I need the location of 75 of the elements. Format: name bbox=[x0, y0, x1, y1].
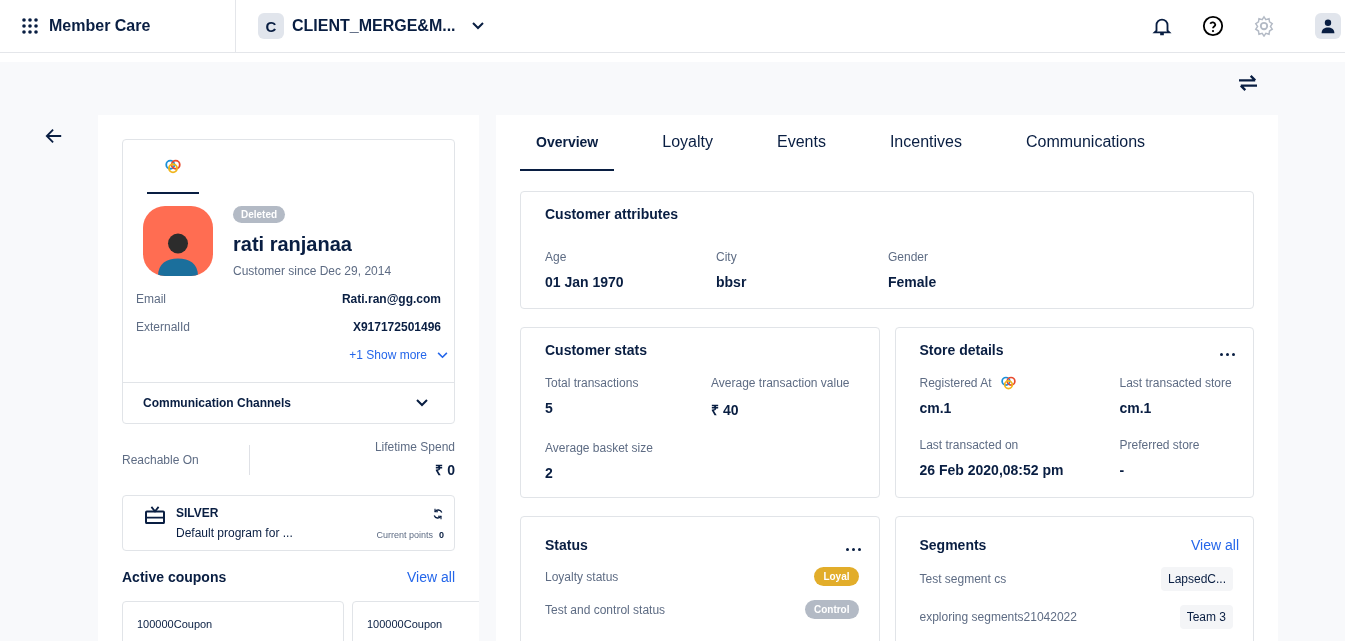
segment-tag: Team 3 bbox=[1179, 605, 1233, 629]
status-label: Test and control status bbox=[545, 602, 666, 617]
field-label: Gender bbox=[888, 250, 930, 264]
field-label: Last transacted on bbox=[919, 438, 1019, 452]
lifetime-spend-value: ₹ 0 bbox=[435, 461, 455, 479]
card-title: Status bbox=[545, 537, 588, 553]
field-label: Total transactions bbox=[545, 376, 640, 390]
field-value: Female bbox=[888, 274, 938, 290]
app-title: Member Care bbox=[49, 17, 151, 35]
chevron-down-icon bbox=[416, 399, 428, 407]
field-value: 5 bbox=[545, 400, 554, 416]
brand-logo-icon bbox=[164, 158, 182, 174]
field-value: 26 Feb 2020,08:52 pm bbox=[919, 462, 1065, 478]
field-label: Registered At bbox=[919, 376, 992, 390]
field-value: 01 Jan 1970 bbox=[545, 274, 625, 290]
coupon-card[interactable]: 100000Coupon bbox=[122, 601, 344, 641]
segment-name: exploring segments21042022 bbox=[919, 610, 1077, 624]
view-all-link[interactable]: View all bbox=[1191, 537, 1239, 553]
back-arrow-icon[interactable] bbox=[45, 127, 63, 145]
user-avatar[interactable] bbox=[1315, 13, 1341, 39]
field-label: City bbox=[716, 250, 738, 264]
org-avatar: C bbox=[258, 13, 284, 39]
help-icon[interactable] bbox=[1202, 15, 1224, 37]
card-title: Customer stats bbox=[545, 342, 648, 358]
lifetime-spend-label: Lifetime Spend bbox=[374, 440, 455, 454]
status-badge: Loyal bbox=[814, 567, 859, 586]
card-title: Segments bbox=[919, 537, 987, 553]
swap-arrows-icon[interactable] bbox=[1237, 74, 1259, 92]
status-badge: Control bbox=[804, 600, 859, 619]
communication-channels-toggle[interactable]: Communication Channels bbox=[123, 382, 454, 423]
field-label: Email bbox=[136, 292, 166, 306]
field-label: Age bbox=[545, 250, 568, 264]
customer-name: rati ranjanaa bbox=[233, 233, 352, 256]
chevron-down-icon bbox=[471, 22, 484, 30]
refresh-icon[interactable] bbox=[432, 508, 444, 520]
program-name: Default program for ... bbox=[176, 526, 294, 540]
field-value: Rati.ran@gg.com bbox=[341, 292, 441, 306]
gift-card-icon bbox=[145, 506, 165, 524]
field-value: cm.1 bbox=[1119, 400, 1153, 416]
field-value: - bbox=[1119, 462, 1126, 478]
status-badge: Deleted bbox=[233, 206, 286, 223]
points-value: 0 bbox=[439, 530, 444, 540]
points-label: Current points 0 bbox=[376, 530, 444, 540]
tab[interactable]: Incentives bbox=[873, 115, 978, 171]
field-label: Preferred store bbox=[1119, 438, 1200, 452]
segment-name: Test segment cs bbox=[919, 572, 1007, 586]
card-title: Customer attributes bbox=[545, 206, 680, 222]
field-value: ₹ 40 bbox=[711, 401, 740, 419]
tab[interactable]: Overview bbox=[520, 115, 615, 171]
tab[interactable]: Events bbox=[760, 115, 842, 171]
tab[interactable]: Loyalty bbox=[646, 115, 729, 171]
field-value: bbsr bbox=[716, 274, 748, 290]
view-all-link[interactable]: View all bbox=[407, 569, 455, 585]
field-value: 2 bbox=[545, 465, 554, 481]
org-selector[interactable]: C CLIENT_MERGE&M... bbox=[236, 13, 484, 39]
reachable-label: Reachable On bbox=[122, 444, 250, 475]
field-label: Average basket size bbox=[545, 441, 654, 455]
status-label: Loyalty status bbox=[545, 569, 619, 584]
avatar-placeholder bbox=[143, 206, 213, 276]
org-name: CLIENT_MERGE&M... bbox=[292, 17, 456, 35]
show-more-link[interactable]: +1 Show more bbox=[349, 334, 454, 362]
section-title: Active coupons bbox=[122, 569, 227, 585]
field-label: Average transaction value bbox=[711, 376, 851, 390]
apps-grid-icon[interactable] bbox=[21, 17, 39, 35]
card-title: Store details bbox=[919, 342, 1004, 358]
brand-logo-icon bbox=[999, 376, 1017, 390]
tier-name: SILVER bbox=[176, 506, 220, 520]
tab[interactable]: Communications bbox=[1009, 115, 1162, 171]
field-value: X917172501496 bbox=[352, 320, 441, 334]
field-label: Last transacted store bbox=[1119, 376, 1232, 390]
segment-tag: LapsedC... bbox=[1160, 567, 1233, 591]
field-label: ExternalId bbox=[136, 320, 191, 334]
field-value: cm.1 bbox=[919, 400, 953, 416]
chevron-down-icon bbox=[437, 351, 448, 359]
customer-since: Customer since Dec 29, 2014 bbox=[233, 264, 392, 278]
